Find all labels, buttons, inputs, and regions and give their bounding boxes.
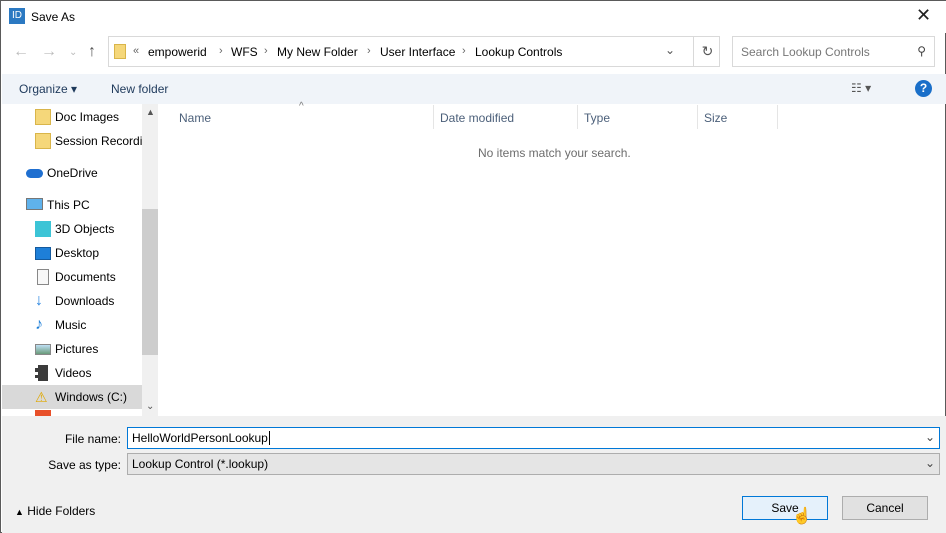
sidebar-item-session-recordings[interactable]: Session Recordir — [2, 129, 142, 153]
crumb-lookup-controls[interactable]: Lookup Controls — [475, 45, 562, 59]
file-name-input[interactable]: HelloWorldPersonLookup ⌄ — [127, 427, 940, 449]
sidebar-item-3d-objects[interactable]: 3D Objects — [2, 217, 142, 241]
sidebar-item-music[interactable]: ♪ Music — [2, 313, 142, 337]
save-as-type-label: Save as type: — [48, 458, 121, 472]
column-type[interactable]: Type — [584, 111, 610, 125]
file-name-value: HelloWorldPersonLookup — [132, 431, 268, 445]
file-name-label: File name: — [64, 432, 121, 446]
overflow-chevron[interactable]: « — [133, 45, 139, 57]
hide-folders-button[interactable]: ▲ Hide Folders — [15, 504, 95, 518]
close-button[interactable]: ✕ — [916, 5, 931, 26]
drive-warning-icon: ⚠ — [35, 389, 48, 405]
search-icon: ⚲ — [917, 44, 926, 58]
refresh-icon[interactable]: ↻ — [693, 37, 721, 66]
address-bar[interactable]: « empowerid › WFS › My New Folder › User… — [108, 36, 720, 67]
cancel-button[interactable]: Cancel — [842, 496, 928, 520]
picture-icon — [35, 344, 51, 355]
save-as-type-value: Lookup Control (*.lookup) — [132, 457, 269, 471]
help-button[interactable]: ? — [915, 80, 932, 97]
sidebar-item-videos[interactable]: Videos — [2, 361, 142, 385]
folder-icon — [114, 44, 126, 59]
crumb-empowerid[interactable]: empowerid — [148, 45, 207, 59]
crumb-wfs[interactable]: WFS — [231, 45, 258, 59]
computer-icon — [26, 198, 43, 210]
app-icon: ID — [9, 8, 25, 24]
scrollbar-thumb[interactable] — [142, 209, 158, 355]
organize-button[interactable]: Organize ▾ — [19, 82, 77, 96]
save-button[interactable]: Save — [742, 496, 828, 520]
up-icon[interactable]: ↑ — [88, 43, 96, 61]
column-name[interactable]: Name — [179, 111, 211, 125]
chevron-up-icon: ▲ — [15, 507, 24, 517]
column-divider — [777, 105, 778, 129]
crumb-user-interface[interactable]: User Interface — [380, 45, 455, 59]
document-icon — [37, 269, 49, 285]
back-icon[interactable]: ← — [13, 43, 29, 61]
sidebar-item-documents[interactable]: Documents — [2, 265, 142, 289]
mouse-cursor-icon: ☝ — [792, 508, 812, 525]
column-size[interactable]: Size — [704, 111, 727, 125]
download-icon: ↓ — [35, 292, 43, 309]
recent-chevron-icon[interactable]: ⌄ — [69, 47, 77, 58]
scroll-down-arrow[interactable]: ⌄ — [146, 401, 154, 412]
navigation-pane: Doc Images Session Recordir OneDrive Thi… — [2, 104, 142, 416]
sidebar-item-downloads[interactable]: ↓ Downloads — [2, 289, 142, 313]
column-date-modified[interactable]: Date modified — [440, 111, 514, 125]
window-title: Save As — [31, 10, 76, 24]
dropdown-chevron-icon[interactable]: ⌄ — [665, 43, 675, 57]
chevron-down-icon[interactable]: ⌄ — [925, 430, 935, 444]
search-input[interactable]: Search Lookup Controls ⚲ — [732, 36, 935, 67]
chevron-right-icon[interactable]: › — [462, 45, 466, 57]
search-placeholder: Search Lookup Controls — [741, 45, 870, 59]
column-divider — [697, 105, 698, 129]
folder-icon — [35, 109, 51, 125]
chevron-right-icon[interactable]: › — [264, 45, 268, 57]
new-folder-button[interactable]: New folder — [111, 82, 168, 96]
cube-icon — [35, 221, 51, 237]
sidebar-item-this-pc[interactable]: This PC — [2, 193, 142, 217]
view-options-icon[interactable]: ☷ ▾ — [851, 81, 871, 95]
sidebar-item-desktop[interactable]: Desktop — [2, 241, 142, 265]
sort-ascending-icon: ^ — [299, 101, 304, 112]
cloud-icon — [26, 169, 43, 178]
sidebar-item-windows-c[interactable]: ⚠ Windows (C:) — [2, 385, 142, 409]
empty-message: No items match your search. — [478, 146, 631, 160]
sidebar-item-doc-images[interactable]: Doc Images — [2, 105, 142, 129]
title-bar — [1, 1, 946, 33]
crumb-my-new-folder[interactable]: My New Folder — [277, 45, 358, 59]
column-divider — [577, 105, 578, 129]
scroll-up-arrow[interactable]: ▲ — [146, 107, 155, 117]
forward-icon[interactable]: → — [41, 43, 57, 61]
column-divider — [433, 105, 434, 129]
video-icon — [35, 365, 48, 381]
save-as-type-select[interactable]: Lookup Control (*.lookup) ⌄ — [127, 453, 940, 475]
music-icon: ♪ — [35, 316, 43, 333]
folder-icon — [35, 133, 51, 149]
sidebar-item-onedrive[interactable]: OneDrive — [2, 161, 142, 185]
desktop-icon — [35, 247, 51, 260]
sidebar-item-pictures[interactable]: Pictures — [2, 337, 142, 361]
chevron-right-icon[interactable]: › — [219, 45, 223, 57]
chevron-right-icon[interactable]: › — [367, 45, 371, 57]
chevron-down-icon[interactable]: ⌄ — [925, 456, 935, 470]
